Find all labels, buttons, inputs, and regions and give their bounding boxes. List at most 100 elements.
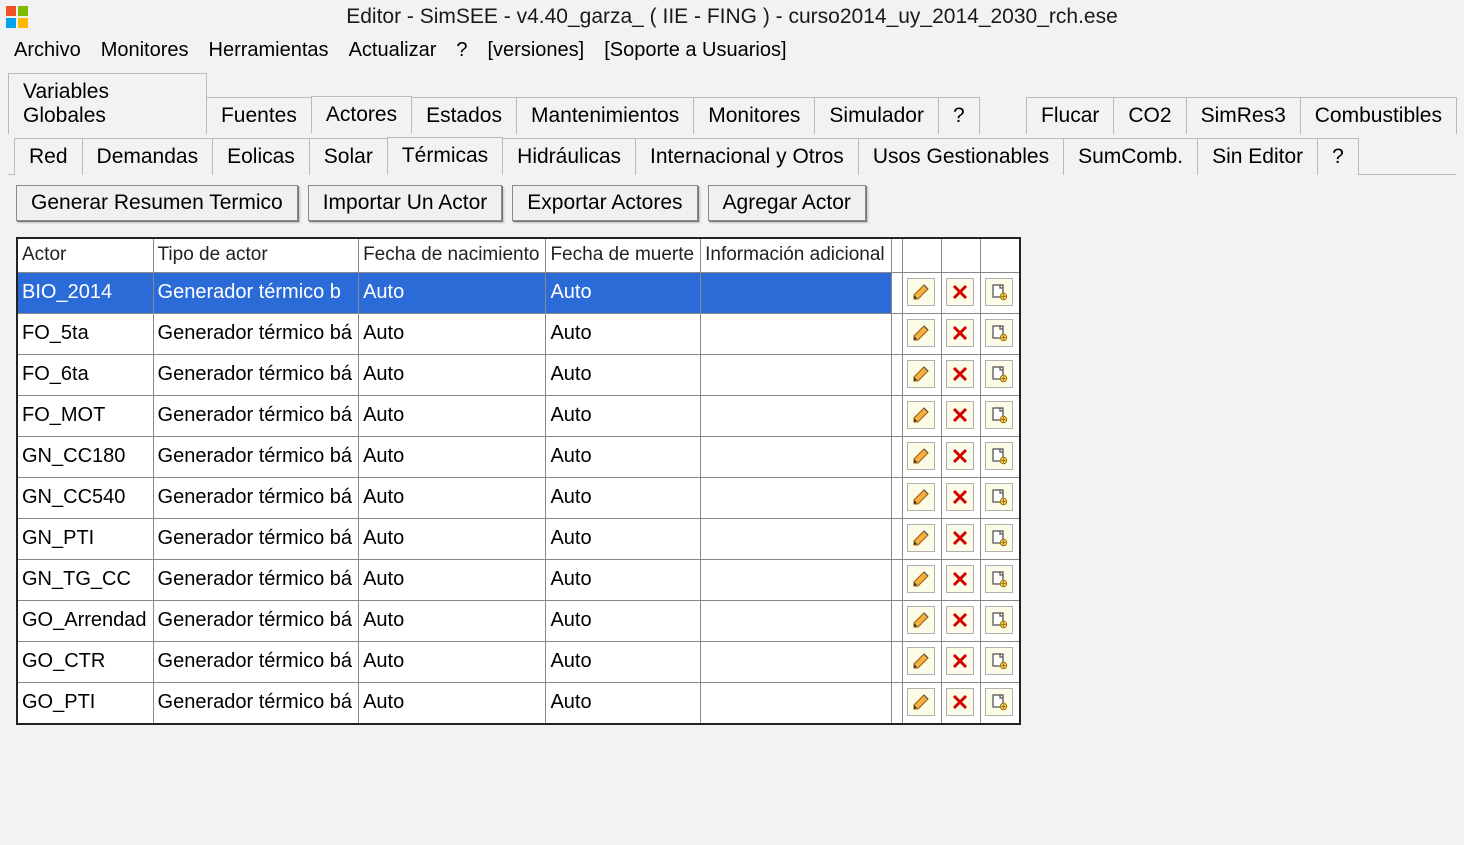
menu-monitores[interactable]: Monitores xyxy=(101,39,189,62)
edit-button[interactable] xyxy=(907,319,935,347)
edit-button[interactable] xyxy=(907,524,935,552)
tab-flucar[interactable]: Flucar xyxy=(1026,97,1114,134)
cell-actor[interactable]: GN_CC540 xyxy=(17,477,153,518)
cell-nac[interactable]: Auto xyxy=(359,313,546,354)
cell-tipo[interactable]: Generador térmico bá xyxy=(153,354,359,395)
tab-variables-globales[interactable]: Variables Globales xyxy=(8,73,207,134)
clone-button[interactable] xyxy=(985,401,1013,429)
menu-archivo[interactable]: Archivo xyxy=(14,39,81,62)
table-row[interactable]: GN_PTIGenerador térmico báAutoAuto xyxy=(17,518,1020,559)
tab-usos-gestionables[interactable]: Usos Gestionables xyxy=(858,138,1064,175)
exportar-actores-button[interactable]: Exportar Actores xyxy=(512,185,697,221)
delete-button[interactable] xyxy=(946,442,974,470)
delete-button[interactable] xyxy=(946,483,974,511)
cell-mue[interactable]: Auto xyxy=(546,395,701,436)
delete-button[interactable] xyxy=(946,319,974,347)
tab-co2[interactable]: CO2 xyxy=(1113,97,1186,134)
edit-button[interactable] xyxy=(907,688,935,716)
clone-button[interactable] xyxy=(985,319,1013,347)
tab-red[interactable]: Red xyxy=(14,138,83,175)
tab--[interactable]: ? xyxy=(938,97,980,134)
cell-info[interactable] xyxy=(701,395,892,436)
delete-button[interactable] xyxy=(946,524,974,552)
tab-t-rmicas[interactable]: Térmicas xyxy=(387,137,503,175)
table-row[interactable]: GN_CC180Generador térmico báAutoAuto xyxy=(17,436,1020,477)
cell-info[interactable] xyxy=(701,477,892,518)
clone-button[interactable] xyxy=(985,647,1013,675)
cell-nac[interactable]: Auto xyxy=(359,395,546,436)
cell-tipo[interactable]: Generador térmico bá xyxy=(153,395,359,436)
table-row[interactable]: GN_CC540Generador térmico báAutoAuto xyxy=(17,477,1020,518)
header-actor[interactable]: Actor xyxy=(17,238,153,272)
cell-tipo[interactable]: Generador térmico bá xyxy=(153,682,359,724)
clone-button[interactable] xyxy=(985,442,1013,470)
cell-tipo[interactable]: Generador térmico bá xyxy=(153,313,359,354)
tab-estados[interactable]: Estados xyxy=(411,97,517,134)
table-row[interactable]: GO_PTIGenerador térmico báAutoAuto xyxy=(17,682,1020,724)
cell-actor[interactable]: GN_PTI xyxy=(17,518,153,559)
cell-actor[interactable]: GO_Arrendad xyxy=(17,600,153,641)
delete-button[interactable] xyxy=(946,565,974,593)
edit-button[interactable] xyxy=(907,278,935,306)
tab-demandas[interactable]: Demandas xyxy=(82,138,214,175)
cell-mue[interactable]: Auto xyxy=(546,682,701,724)
delete-button[interactable] xyxy=(946,688,974,716)
tab-solar[interactable]: Solar xyxy=(309,138,388,175)
cell-actor[interactable]: GO_PTI xyxy=(17,682,153,724)
delete-button[interactable] xyxy=(946,278,974,306)
tab-combustibles[interactable]: Combustibles xyxy=(1300,97,1457,134)
cell-tipo[interactable]: Generador térmico bá xyxy=(153,436,359,477)
table-row[interactable]: FO_MOTGenerador térmico báAutoAuto xyxy=(17,395,1020,436)
cell-mue[interactable]: Auto xyxy=(546,518,701,559)
delete-button[interactable] xyxy=(946,606,974,634)
cell-tipo[interactable]: Generador térmico b xyxy=(153,272,359,313)
cell-info[interactable] xyxy=(701,641,892,682)
menu-versiones[interactable]: [versiones] xyxy=(488,39,585,62)
edit-button[interactable] xyxy=(907,606,935,634)
cell-info[interactable] xyxy=(701,354,892,395)
delete-button[interactable] xyxy=(946,401,974,429)
delete-button[interactable] xyxy=(946,360,974,388)
table-row[interactable]: GN_TG_CCGenerador térmico báAutoAuto xyxy=(17,559,1020,600)
edit-button[interactable] xyxy=(907,647,935,675)
cell-nac[interactable]: Auto xyxy=(359,518,546,559)
cell-nac[interactable]: Auto xyxy=(359,477,546,518)
clone-button[interactable] xyxy=(985,606,1013,634)
table-row[interactable]: GO_CTRGenerador térmico báAutoAuto xyxy=(17,641,1020,682)
cell-actor[interactable]: BIO_2014 xyxy=(17,272,153,313)
tab-sin-editor[interactable]: Sin Editor xyxy=(1197,138,1318,175)
tab-mantenimientos[interactable]: Mantenimientos xyxy=(516,97,694,134)
cell-actor[interactable]: GN_CC180 xyxy=(17,436,153,477)
tab-internacional-y-otros[interactable]: Internacional y Otros xyxy=(635,138,859,175)
cell-mue[interactable]: Auto xyxy=(546,641,701,682)
tab-simulador[interactable]: Simulador xyxy=(814,97,939,134)
table-row[interactable]: FO_5taGenerador térmico báAutoAuto xyxy=(17,313,1020,354)
cell-info[interactable] xyxy=(701,559,892,600)
cell-tipo[interactable]: Generador térmico bá xyxy=(153,600,359,641)
edit-button[interactable] xyxy=(907,401,935,429)
generar-resumen-button[interactable]: Generar Resumen Termico xyxy=(16,185,298,221)
clone-button[interactable] xyxy=(985,688,1013,716)
edit-button[interactable] xyxy=(907,483,935,511)
cell-mue[interactable]: Auto xyxy=(546,436,701,477)
clone-button[interactable] xyxy=(985,278,1013,306)
clone-button[interactable] xyxy=(985,565,1013,593)
cell-info[interactable] xyxy=(701,272,892,313)
cell-info[interactable] xyxy=(701,436,892,477)
cell-info[interactable] xyxy=(701,682,892,724)
menu-soporte[interactable]: [Soporte a Usuarios] xyxy=(604,39,786,62)
cell-nac[interactable]: Auto xyxy=(359,354,546,395)
cell-actor[interactable]: GO_CTR xyxy=(17,641,153,682)
cell-nac[interactable]: Auto xyxy=(359,272,546,313)
cell-mue[interactable]: Auto xyxy=(546,600,701,641)
table-row[interactable]: BIO_2014Generador térmico bAutoAuto xyxy=(17,272,1020,313)
cell-nac[interactable]: Auto xyxy=(359,559,546,600)
cell-actor[interactable]: FO_6ta xyxy=(17,354,153,395)
menu-herramientas[interactable]: Herramientas xyxy=(209,39,329,62)
clone-button[interactable] xyxy=(985,360,1013,388)
clone-button[interactable] xyxy=(985,524,1013,552)
cell-info[interactable] xyxy=(701,313,892,354)
cell-tipo[interactable]: Generador térmico bá xyxy=(153,641,359,682)
tab--[interactable]: ? xyxy=(1317,138,1359,175)
cell-actor[interactable]: FO_5ta xyxy=(17,313,153,354)
